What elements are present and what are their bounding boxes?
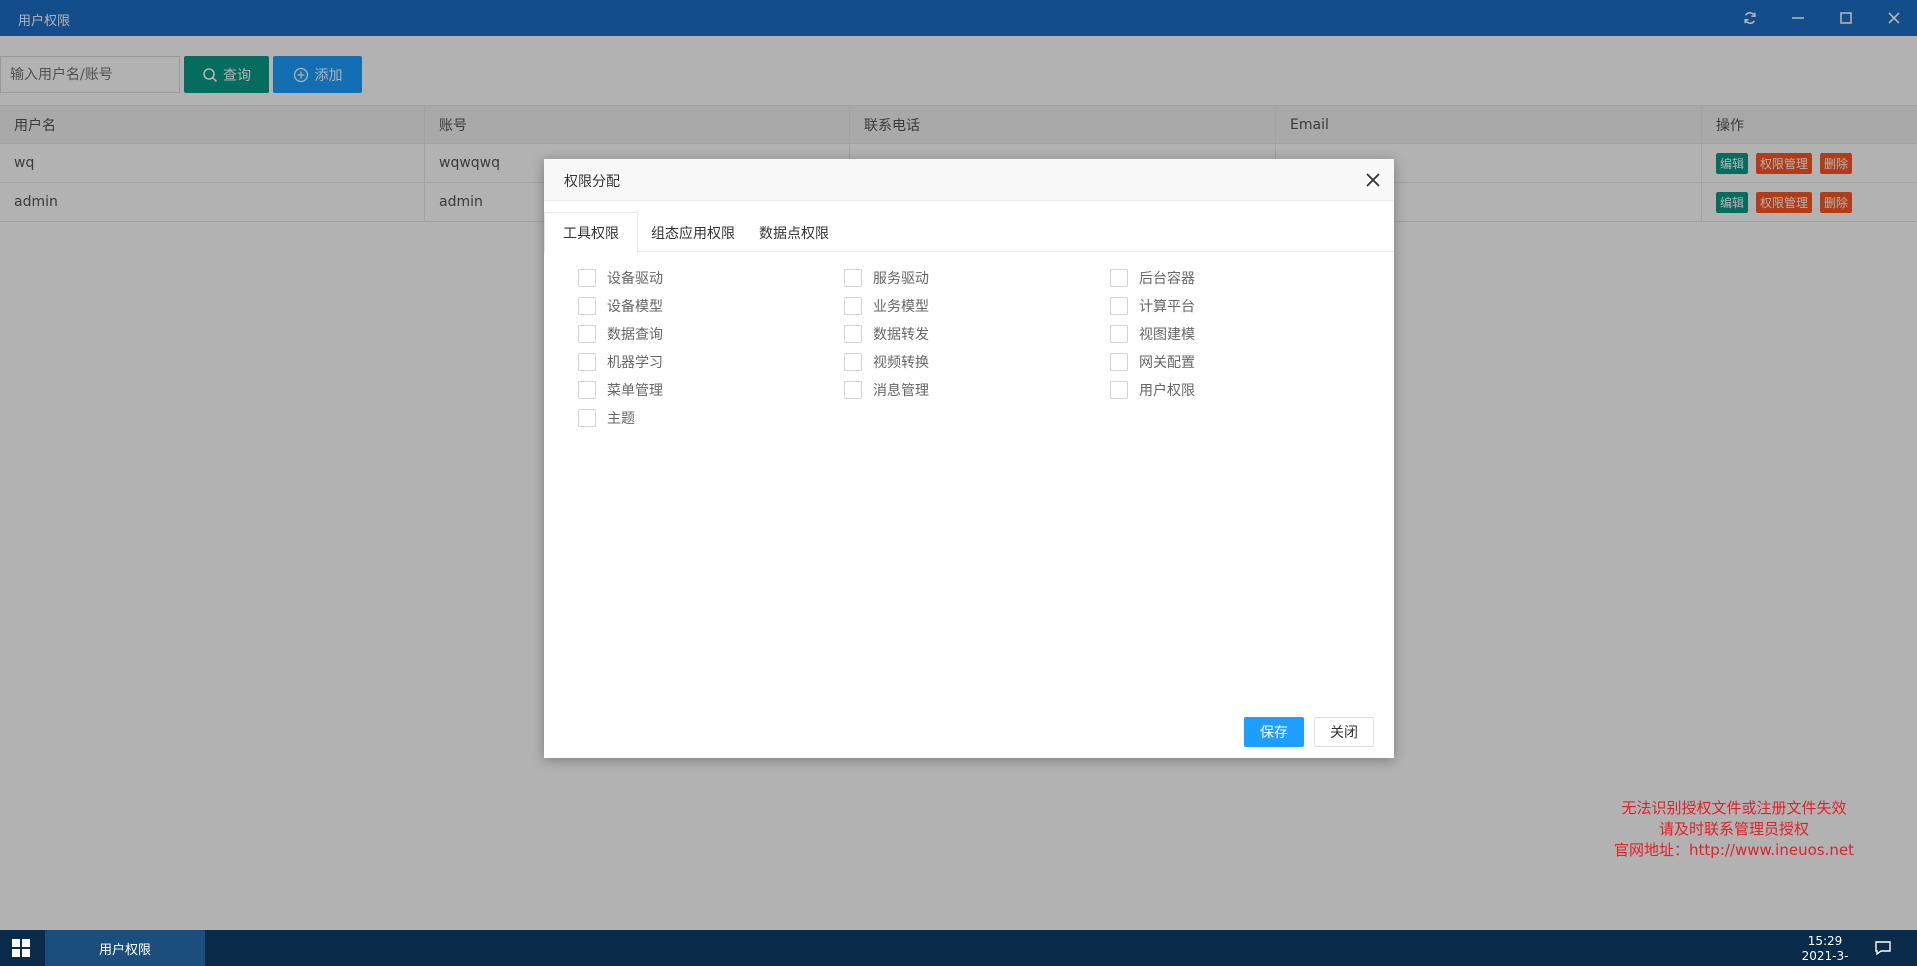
license-warning: 无法识别授权文件或注册文件失效 请及时联系管理员授权 官网地址：http://w…	[1584, 798, 1884, 861]
checkbox-label: 计算平台	[1139, 299, 1195, 315]
checkbox-box[interactable]	[844, 269, 862, 287]
checkbox-box[interactable]	[844, 297, 862, 315]
close-button[interactable]: 关闭	[1314, 717, 1374, 747]
dialog-title: 权限分配	[564, 174, 620, 190]
checkbox-label: 主题	[607, 411, 635, 427]
checkbox-label: 后台容器	[1139, 271, 1195, 287]
checkbox-label: 服务驱动	[873, 271, 929, 287]
checkbox-user-permission[interactable]: 用户权限	[1110, 379, 1195, 401]
checkbox-label: 消息管理	[873, 383, 929, 399]
tab-datapoint-permission[interactable]: 数据点权限	[741, 212, 847, 253]
taskbar-app-item[interactable]: 用户权限	[45, 930, 205, 966]
checkbox-label: 机器学习	[607, 355, 663, 371]
checkbox-label: 视图建模	[1139, 327, 1195, 343]
checkbox-device-model[interactable]: 设备模型	[578, 295, 663, 317]
checkbox-backend-container[interactable]: 后台容器	[1110, 267, 1195, 289]
checkbox-compute-platform[interactable]: 计算平台	[1110, 295, 1195, 317]
checkbox-label: 数据转发	[873, 327, 929, 343]
dialog-close-button[interactable]	[1364, 171, 1382, 189]
chat-bubble-icon	[1875, 941, 1891, 956]
checkbox-label: 用户权限	[1139, 383, 1195, 399]
checkbox-data-query[interactable]: 数据查询	[578, 323, 663, 345]
license-warning-line3: 官网地址：http://www.ineuos.net	[1614, 841, 1854, 859]
checkbox-business-model[interactable]: 业务模型	[844, 295, 929, 317]
windows-logo-icon	[12, 939, 30, 957]
checkbox-box[interactable]	[1110, 381, 1128, 399]
checkbox-box[interactable]	[1110, 325, 1128, 343]
checkbox-message-manage[interactable]: 消息管理	[844, 379, 929, 401]
checkbox-view-modeling[interactable]: 视图建模	[1110, 323, 1195, 345]
dialog-tabs: 工具权限 组态应用权限 数据点权限	[544, 201, 1394, 253]
checkbox-label: 视频转换	[873, 355, 929, 371]
checkbox-box[interactable]	[578, 325, 596, 343]
checkbox-box[interactable]	[844, 325, 862, 343]
taskbar: 用户权限 15:29 2021-3-31	[0, 930, 1917, 966]
checkbox-box[interactable]	[578, 381, 596, 399]
checkbox-menu-manage[interactable]: 菜单管理	[578, 379, 663, 401]
dialog-header: 权限分配	[544, 159, 1394, 201]
tab-tool-permission[interactable]: 工具权限	[544, 212, 638, 253]
tab-scada-app-permission[interactable]: 组态应用权限	[633, 212, 753, 253]
checkbox-box[interactable]	[1110, 353, 1128, 371]
notification-button[interactable]	[1873, 938, 1893, 958]
checkbox-box[interactable]	[578, 297, 596, 315]
permission-dialog: 权限分配 工具权限 组态应用权限 数据点权限 设备驱动 服务驱动 后台容器 设备…	[544, 159, 1394, 758]
checkbox-box[interactable]	[578, 269, 596, 287]
checkbox-label: 设备模型	[607, 299, 663, 315]
close-icon	[1366, 173, 1380, 187]
checkbox-label: 菜单管理	[607, 383, 663, 399]
save-button[interactable]: 保存	[1244, 717, 1304, 747]
clock-date: 2021-3-31	[1801, 949, 1849, 966]
checkbox-video-convert[interactable]: 视频转换	[844, 351, 929, 373]
start-button[interactable]	[0, 930, 42, 966]
checkbox-label: 数据查询	[607, 327, 663, 343]
checkbox-label: 设备驱动	[607, 271, 663, 287]
checkbox-service-driver[interactable]: 服务驱动	[844, 267, 929, 289]
checkbox-box[interactable]	[1110, 297, 1128, 315]
checkbox-box[interactable]	[844, 381, 862, 399]
checkbox-device-driver[interactable]: 设备驱动	[578, 267, 663, 289]
checkbox-label: 业务模型	[873, 299, 929, 315]
checkbox-box[interactable]	[578, 409, 596, 427]
checkbox-theme[interactable]: 主题	[578, 407, 635, 429]
system-clock[interactable]: 15:29 2021-3-31	[1795, 934, 1855, 966]
checkbox-gateway-config[interactable]: 网关配置	[1110, 351, 1195, 373]
checkbox-data-forward[interactable]: 数据转发	[844, 323, 929, 345]
clock-time: 15:29	[1807, 934, 1843, 948]
license-warning-line2: 请及时联系管理员授权	[1658, 820, 1809, 838]
license-warning-line1: 无法识别授权文件或注册文件失效	[1621, 799, 1847, 817]
checkbox-machine-learning[interactable]: 机器学习	[578, 351, 663, 373]
checkbox-box[interactable]	[578, 353, 596, 371]
checkbox-box[interactable]	[1110, 269, 1128, 287]
checkbox-label: 网关配置	[1139, 355, 1195, 371]
checkbox-box[interactable]	[844, 353, 862, 371]
